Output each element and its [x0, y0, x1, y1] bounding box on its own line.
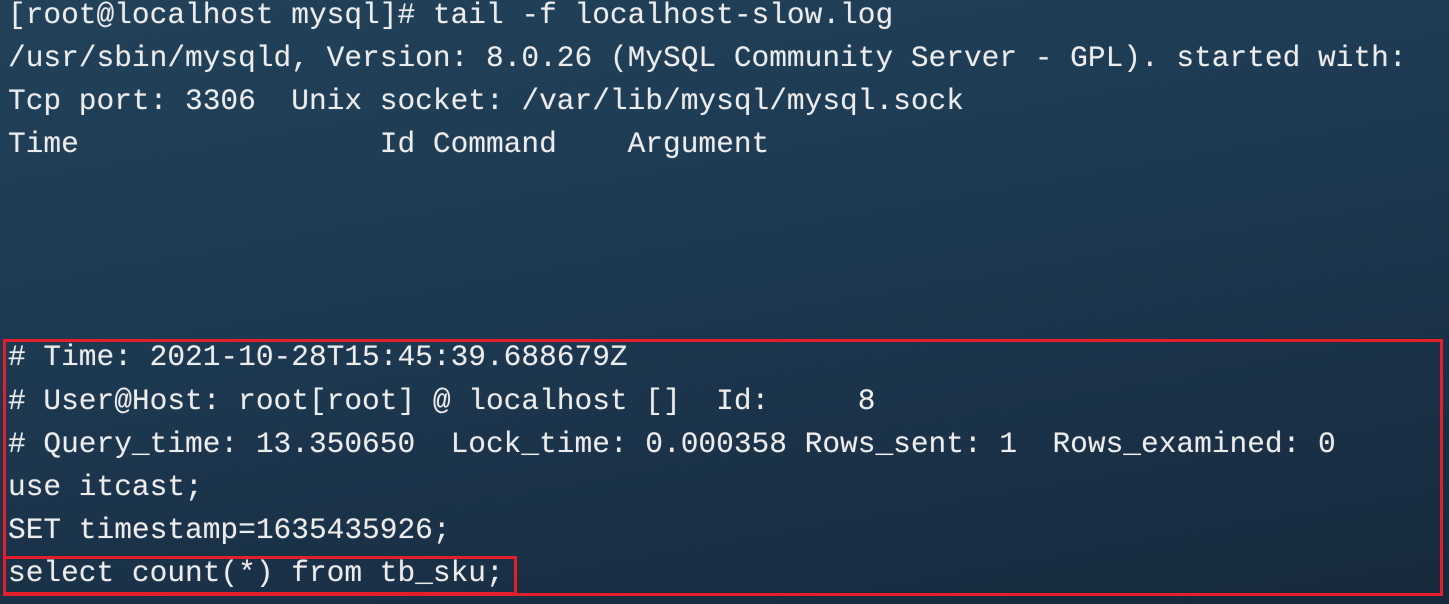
log-header-version: /usr/sbin/mysqld, Version: 8.0.26 (MySQL…	[8, 41, 1407, 75]
log-header-columns: Time Id Command Argument	[8, 127, 770, 161]
slow-query-highlight	[3, 556, 517, 595]
terminal-command-line: [root@localhost mysql]# tail -f localhos…	[8, 0, 894, 32]
log-header-port: Tcp port: 3306 Unix socket: /var/lib/mys…	[8, 84, 964, 118]
